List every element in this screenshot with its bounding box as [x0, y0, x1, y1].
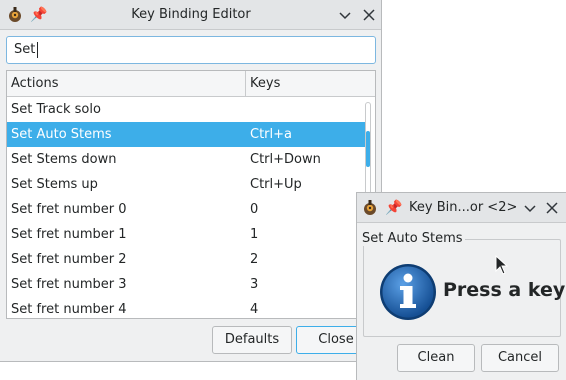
keys-cell: Ctrl+Up	[250, 177, 302, 192]
pin-icon[interactable]: 📌	[385, 193, 402, 223]
action-cell: Set fret number 1	[11, 227, 127, 242]
search-input-value: Set	[14, 42, 36, 57]
groupbox-title: Set Auto Stems	[362, 231, 465, 246]
app-icon[interactable]	[361, 199, 379, 217]
action-cell: Set Auto Stems	[11, 127, 112, 142]
keys-cell: 3	[250, 277, 259, 292]
action-cell: Set fret number 4	[11, 302, 127, 317]
table-row[interactable]: Set fret number 2 2	[7, 247, 367, 272]
table-rows: Set Track solo Set Auto Stems Ctrl+a Set …	[7, 97, 367, 318]
column-header-actions[interactable]: Actions	[7, 71, 246, 97]
info-icon	[380, 264, 436, 320]
table-row[interactable]: Set fret number 4 4	[7, 297, 367, 318]
key-binding-editor-window: 📌 Key Binding Editor Set Actions Keys Se…	[0, 0, 382, 362]
table-row-selected[interactable]: Set Auto Stems Ctrl+a	[7, 122, 367, 147]
table-row[interactable]: Set Stems up Ctrl+Up	[7, 172, 367, 197]
search-input[interactable]: Set	[6, 36, 376, 64]
bindings-table[interactable]: Actions Keys Set Track solo Set Auto Ste…	[6, 70, 376, 319]
table-header: Actions Keys	[7, 71, 375, 97]
table-row[interactable]: Set fret number 1 1	[7, 222, 367, 247]
chevron-down-icon[interactable]	[521, 199, 539, 217]
keys-cell: 4	[250, 302, 259, 317]
keys-cell: 2	[250, 252, 259, 267]
table-row[interactable]: Set fret number 0 0	[7, 197, 367, 222]
action-cell: Set fret number 0	[11, 202, 127, 217]
cancel-button[interactable]: Cancel	[481, 344, 559, 372]
keys-cell: Ctrl+Down	[250, 152, 321, 167]
main-window-title: Key Binding Editor	[131, 7, 251, 22]
press-a-key-prompt: Press a key	[443, 279, 566, 301]
main-titlebar: 📌 Key Binding Editor	[0, 0, 381, 30]
close-icon[interactable]	[543, 199, 561, 217]
keys-cell: 0	[250, 202, 259, 217]
table-row[interactable]: Set Track solo	[7, 97, 367, 122]
mouse-cursor-icon	[495, 255, 509, 275]
close-icon[interactable]	[360, 6, 378, 24]
clean-button[interactable]: Clean	[397, 344, 475, 372]
defaults-button[interactable]: Defaults	[212, 326, 292, 354]
table-row[interactable]: Set fret number 3 3	[7, 272, 367, 297]
dialog-title: Key Bin...or <2>	[409, 200, 518, 215]
action-cell: Set fret number 3	[11, 277, 127, 292]
action-cell: Set Stems down	[11, 152, 117, 167]
action-cell: Set Track solo	[11, 102, 101, 117]
action-cell: Set Stems up	[11, 177, 98, 192]
keys-cell: 1	[250, 227, 259, 242]
text-caret	[37, 41, 39, 58]
scrollbar-thumb[interactable]	[366, 131, 370, 167]
chevron-down-icon[interactable]	[336, 6, 354, 24]
action-cell: Set fret number 2	[11, 252, 127, 267]
table-row[interactable]: Set Stems down Ctrl+Down	[7, 147, 367, 172]
keys-cell: Ctrl+a	[250, 127, 292, 142]
column-header-keys[interactable]: Keys	[246, 71, 375, 97]
press-key-dialog: 📌 Key Bin...or <2> Set Auto Stems Press …	[356, 192, 566, 380]
dialog-titlebar: 📌 Key Bin...or <2>	[357, 193, 566, 223]
